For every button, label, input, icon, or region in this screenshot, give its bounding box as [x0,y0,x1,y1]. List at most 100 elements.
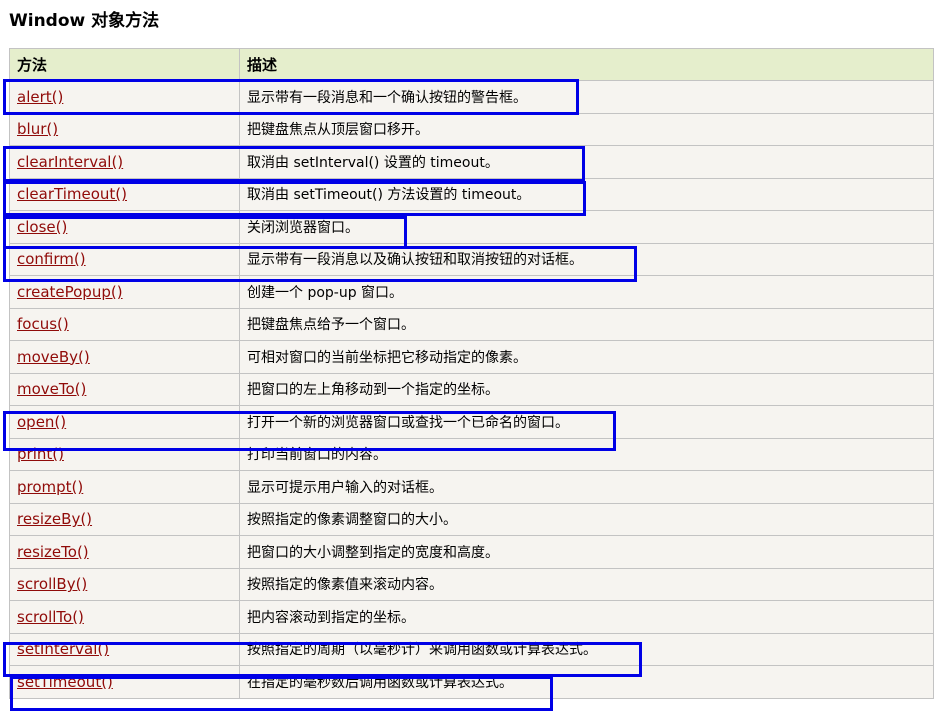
description-text: 按照指定的周期（以毫秒计）来调用函数或计算表达式。 [247,642,597,659]
description-text: 把键盘焦点给予一个窗口。 [247,317,415,334]
description-cell: 关闭浏览器窗口。 [239,210,934,244]
method-link-resizeto[interactable]: resizeTo() [17,543,89,561]
method-cell: print() [9,437,240,471]
method-cell: scrollBy() [9,567,240,601]
method-link-scrollby[interactable]: scrollBy() [17,575,87,593]
description-text: 把内容滚动到指定的坐标。 [247,609,415,626]
description-text: 显示带有一段消息以及确认按钮和取消按钮的对话框。 [247,252,583,269]
method-link-open[interactable]: open() [17,413,66,431]
table-row: createPopup() 创建一个 pop-up 窗口。 [9,275,934,309]
description-cell: 把键盘焦点给予一个窗口。 [239,307,934,341]
method-cell: clearInterval() [9,145,240,179]
table-row: setTimeout() 在指定的毫秒数后调用函数或计算表达式。 [9,665,934,699]
method-cell: resizeBy() [9,502,240,536]
header-description: 描述 [239,48,934,81]
description-text: 显示带有一段消息和一个确认按钮的警告框。 [247,89,527,106]
method-link-alert[interactable]: alert() [17,88,63,106]
table-row: setInterval() 按照指定的周期（以毫秒计）来调用函数或计算表达式。 [9,632,934,666]
method-cell: scrollTo() [9,600,240,634]
table-row: scrollBy() 按照指定的像素值来滚动内容。 [9,567,934,601]
method-link-scrollto[interactable]: scrollTo() [17,608,84,626]
method-cell: setInterval() [9,632,240,666]
table-row: close() 关闭浏览器窗口。 [9,210,934,244]
description-cell: 把窗口的左上角移动到一个指定的坐标。 [239,372,934,406]
method-cell: blur() [9,112,240,146]
method-link-confirm[interactable]: confirm() [17,250,86,268]
description-cell: 把键盘焦点从顶层窗口移开。 [239,112,934,146]
table-header-row: 方法 描述 [9,48,934,81]
description-text: 创建一个 pop-up 窗口。 [247,284,404,301]
table-row: confirm() 显示带有一段消息以及确认按钮和取消按钮的对话框。 [9,242,934,276]
table-row: resizeTo() 把窗口的大小调整到指定的宽度和高度。 [9,535,934,569]
method-link-clearinterval[interactable]: clearInterval() [17,153,123,171]
description-cell: 按照指定的像素调整窗口的大小。 [239,502,934,536]
description-text: 取消由 setInterval() 设置的 timeout。 [247,154,499,171]
method-link-blur[interactable]: blur() [17,120,58,138]
method-link-setinterval[interactable]: setInterval() [17,640,109,658]
method-cell: prompt() [9,470,240,504]
method-cell: confirm() [9,242,240,276]
method-link-resizeby[interactable]: resizeBy() [17,510,92,528]
description-cell: 可相对窗口的当前坐标把它移动指定的像素。 [239,340,934,374]
description-text: 把窗口的大小调整到指定的宽度和高度。 [247,544,499,561]
method-cell: setTimeout() [9,665,240,699]
method-cell: moveTo() [9,372,240,406]
description-cell: 打印当前窗口的内容。 [239,437,934,471]
description-text: 可相对窗口的当前坐标把它移动指定的像素。 [247,349,527,366]
description-text: 按照指定的像素值来滚动内容。 [247,577,443,594]
description-cell: 打开一个新的浏览器窗口或查找一个已命名的窗口。 [239,405,934,439]
method-cell: close() [9,210,240,244]
method-cell: alert() [9,80,240,114]
table-row: print() 打印当前窗口的内容。 [9,437,934,471]
description-cell: 按照指定的像素值来滚动内容。 [239,567,934,601]
description-text: 显示可提示用户输入的对话框。 [247,479,443,496]
table-row: scrollTo() 把内容滚动到指定的坐标。 [9,600,934,634]
table-row: moveTo() 把窗口的左上角移动到一个指定的坐标。 [9,372,934,406]
description-text: 把窗口的左上角移动到一个指定的坐标。 [247,382,499,399]
description-cell: 把内容滚动到指定的坐标。 [239,600,934,634]
method-cell: resizeTo() [9,535,240,569]
method-cell: clearTimeout() [9,177,240,211]
table-row: prompt() 显示可提示用户输入的对话框。 [9,470,934,504]
header-method: 方法 [9,48,240,81]
method-cell: focus() [9,307,240,341]
method-cell: createPopup() [9,275,240,309]
description-text: 关闭浏览器窗口。 [247,219,359,236]
table-row: clearTimeout() 取消由 setTimeout() 方法设置的 ti… [9,177,934,211]
description-text: 打开一个新的浏览器窗口或查找一个已命名的窗口。 [247,414,569,431]
method-link-moveby[interactable]: moveBy() [17,348,90,366]
description-text: 在指定的毫秒数后调用函数或计算表达式。 [247,674,513,691]
table-row: alert() 显示带有一段消息和一个确认按钮的警告框。 [9,80,934,114]
description-cell: 显示带有一段消息以及确认按钮和取消按钮的对话框。 [239,242,934,276]
description-text: 打印当前窗口的内容。 [247,447,387,464]
table-row: focus() 把键盘焦点给予一个窗口。 [9,307,934,341]
window-methods-table: 方法 描述 alert() 显示带有一段消息和一个确认按钮的警告框。 blur(… [9,48,934,699]
table-row: moveBy() 可相对窗口的当前坐标把它移动指定的像素。 [9,340,934,374]
description-text: 把键盘焦点从顶层窗口移开。 [247,122,429,139]
method-link-close[interactable]: close() [17,218,67,236]
method-link-moveto[interactable]: moveTo() [17,380,86,398]
description-cell: 创建一个 pop-up 窗口。 [239,275,934,309]
table-row: open() 打开一个新的浏览器窗口或查找一个已命名的窗口。 [9,405,934,439]
page-title: Window 对象方法 [9,11,160,31]
table-row: clearInterval() 取消由 setInterval() 设置的 ti… [9,145,934,179]
method-link-print[interactable]: print() [17,445,64,463]
description-cell: 取消由 setInterval() 设置的 timeout。 [239,145,934,179]
description-text: 取消由 setTimeout() 方法设置的 timeout。 [247,187,531,204]
method-cell: open() [9,405,240,439]
description-cell: 按照指定的周期（以毫秒计）来调用函数或计算表达式。 [239,632,934,666]
description-cell: 把窗口的大小调整到指定的宽度和高度。 [239,535,934,569]
table-row: resizeBy() 按照指定的像素调整窗口的大小。 [9,502,934,536]
method-link-focus[interactable]: focus() [17,315,69,333]
description-cell: 在指定的毫秒数后调用函数或计算表达式。 [239,665,934,699]
method-link-prompt[interactable]: prompt() [17,478,83,496]
method-link-createpopup[interactable]: createPopup() [17,283,123,301]
description-cell: 取消由 setTimeout() 方法设置的 timeout。 [239,177,934,211]
description-text: 按照指定的像素调整窗口的大小。 [247,512,457,529]
description-cell: 显示可提示用户输入的对话框。 [239,470,934,504]
table-row: blur() 把键盘焦点从顶层窗口移开。 [9,112,934,146]
method-link-cleartimeout[interactable]: clearTimeout() [17,185,127,203]
description-cell: 显示带有一段消息和一个确认按钮的警告框。 [239,80,934,114]
method-cell: moveBy() [9,340,240,374]
method-link-settimeout[interactable]: setTimeout() [17,673,113,691]
